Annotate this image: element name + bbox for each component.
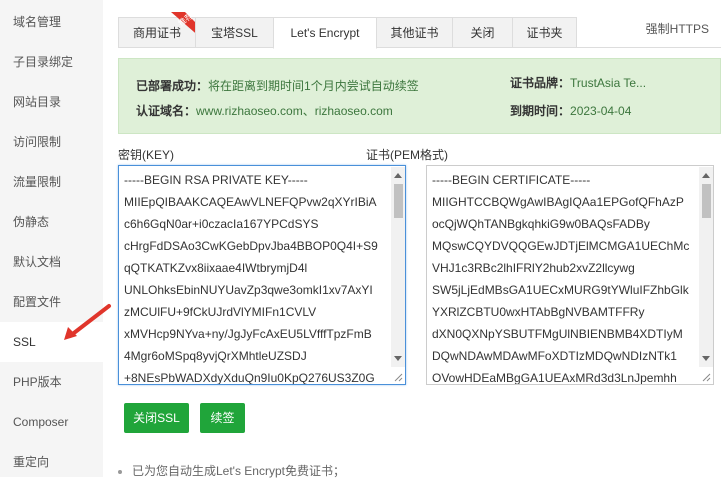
cert-scrollbar[interactable] [699,167,713,367]
cert-line: VHJ1c3RBc2lhIFRlY2hub2xvZ2llcywg [432,261,635,275]
sidebar-item-access-limit[interactable]: 访问限制 [0,122,103,162]
tab-bar: 商用证书 推荐 宝塔SSL Let's Encrypt 其他证书 关闭 证书夹 … [118,11,721,49]
key-line: zMCUlFU+9fCkUJrdVlYMIFn1CVLV [124,305,317,319]
sidebar-item-traffic-limit[interactable]: 流量限制 [0,162,103,202]
cert-domains: 认证域名：www.rizhaoseo.com、rizhaoseo.com [136,104,393,118]
cert-brand-value: TrustAsia Te... [570,76,647,90]
key-line: qQTKATKZvx8iixaae4IWtbrymjD4l [124,261,308,275]
private-key-content: -----BEGIN RSA PRIVATE KEY----- MIIEpQIBA… [124,171,389,385]
key-label: 密钥(KEY) [118,148,175,162]
sidebar-item-config[interactable]: 配置文件 [0,282,103,322]
sidebar-item-ssl[interactable]: SSL [0,322,103,362]
tab-label: 其他证书 [390,26,439,40]
tab-cert-folder[interactable]: 证书夹 [512,17,577,48]
certificate-content: -----BEGIN CERTIFICATE----- MIIGHTCCBQWgA… [432,171,697,385]
cert-line: SW5jLjEdMBsGA1UECxMURG9tYWluIFZhbGlk [432,283,689,297]
tab-close[interactable]: 关闭 [452,17,513,48]
tab-other-cert[interactable]: 其他证书 [376,17,453,48]
scroll-down-icon[interactable] [394,356,402,361]
resize-handle-icon[interactable] [702,373,711,382]
expire-time: 到期时间：2023-04-04 [510,104,631,118]
sidebar-item-redirect[interactable]: 重定向 [0,442,103,482]
key-line: MIIEpQIBAAKCAQEAwVLNEFQPvw2qXYrIBiA [124,195,377,209]
scroll-down-icon[interactable] [702,356,710,361]
sidebar-item-domain[interactable]: 域名管理 [0,2,103,42]
private-key-textarea[interactable]: -----BEGIN RSA PRIVATE KEY----- MIIEpQIBA… [118,165,406,385]
key-line: -----BEGIN RSA PRIVATE KEY----- [124,173,308,187]
close-ssl-button[interactable]: 关闭SSL [124,403,189,433]
force-https-toggle[interactable]: 强制HTTPS [646,17,709,41]
cert-domains-value: www.rizhaoseo.com、rizhaoseo.com [196,104,393,118]
key-line: cHrgFdDSAo3CwKGebDpvJba4BBOP0Q4I+S9 [124,239,378,253]
cert-line: OVowHDEaMBgGA1UEAxMRd3d3LnJpemhh [432,371,677,385]
cert-line: ocQjWQhTANBgkqhkiG9w0BAQsFADBy [432,217,650,231]
bullet-icon [118,469,122,474]
sidebar: 域名管理 子目录绑定 网站目录 访问限制 流量限制 伪静态 默认文档 配置文件 … [0,0,103,477]
key-scrollbar[interactable] [391,167,405,367]
renew-button[interactable]: 续签 [200,403,245,433]
key-line: c6h6GqN0ar+i0czacIa167YPCdSYS [124,217,319,231]
certificate-textarea[interactable]: -----BEGIN CERTIFICATE----- MIIGHTCCBQWgA… [426,165,714,385]
cert-brand: 证书品牌：TrustAsia Te... [510,76,646,90]
resize-handle-icon[interactable] [394,373,403,382]
cert-line: MIIGHTCCBQWgAwIBAgIQAa1EPGofQFhAzP [432,195,684,209]
scroll-up-icon[interactable] [394,173,402,178]
sidebar-item-subdir[interactable]: 子目录绑定 [0,42,103,82]
cert-domains-key: 认证域名： [136,104,197,118]
tab-commercial-cert[interactable]: 商用证书 推荐 [118,11,201,48]
cert-label: 证书(PEM格式) [366,148,448,162]
cert-line: DQwNDAwMDAwMFoXDTIzMDQwNDIzNTk1 [432,349,677,363]
deploy-status-value: 将在距离到期时间1个月内尝试自动续签 [208,79,419,93]
scroll-thumb[interactable] [702,184,711,218]
cert-line: -----BEGIN CERTIFICATE----- [432,173,591,187]
expire-time-key: 到期时间： [510,104,571,118]
cert-line: dXN0QXNpYSBUTFMgUlNBIENBMB4XDTIyM [432,327,683,341]
sidebar-item-site-dir[interactable]: 网站目录 [0,82,103,122]
sidebar-item-composer[interactable]: Composer [0,402,103,442]
cert-line: MQswCQYDVQQGEwJDTjElMCMGA1UEChMc [432,239,690,253]
deploy-status-key: 已部署成功： [136,79,209,93]
tab-label: 宝塔SSL [211,26,258,40]
expire-time-value: 2023-04-04 [570,104,632,118]
scroll-thumb[interactable] [394,184,403,218]
tab-label: 关闭 [470,26,495,40]
key-line: +8NEsPbWADXdyXduQn9Iu0KpQ276US3Z0G [124,371,375,385]
sidebar-item-rewrite[interactable]: 伪静态 [0,202,103,242]
cert-brand-key: 证书品牌： [510,76,571,90]
cert-line: YXRlZCBTU0wxHTAbBgNVBAMTFFRy [432,305,645,319]
tab-label: Let's Encrypt [290,26,360,40]
tab-bt-ssl[interactable]: 宝塔SSL [195,17,274,48]
note-text: 已为您自动生成Let's Encrypt免费证书； [132,464,345,478]
tab-lets-encrypt[interactable]: Let's Encrypt [273,17,377,49]
key-line: UNLOhksEbinNUYUavZp3qwe3omkI1xv7AxYI [124,283,373,297]
scroll-up-icon[interactable] [702,173,710,178]
tab-label: 证书夹 [526,26,563,40]
key-line: xMVHcp9NYva+ny/JgJyFcAxEU5LVfffTpzFmB [124,327,372,341]
auto-cert-note: 已为您自动生成Let's Encrypt免费证书； [118,462,345,479]
deploy-status: 已部署成功：将在距离到期时间1个月内尝试自动续签 [136,79,419,93]
sidebar-item-default-doc[interactable]: 默认文档 [0,242,103,282]
key-line: 4Mgr6oMSpq8yvjQrXMhtleUZSDJ [124,349,307,363]
ssl-status-panel: 已部署成功：将在距离到期时间1个月内尝试自动续签 证书品牌：TrustAsia … [118,58,721,134]
sidebar-item-php-version[interactable]: PHP版本 [0,362,103,402]
